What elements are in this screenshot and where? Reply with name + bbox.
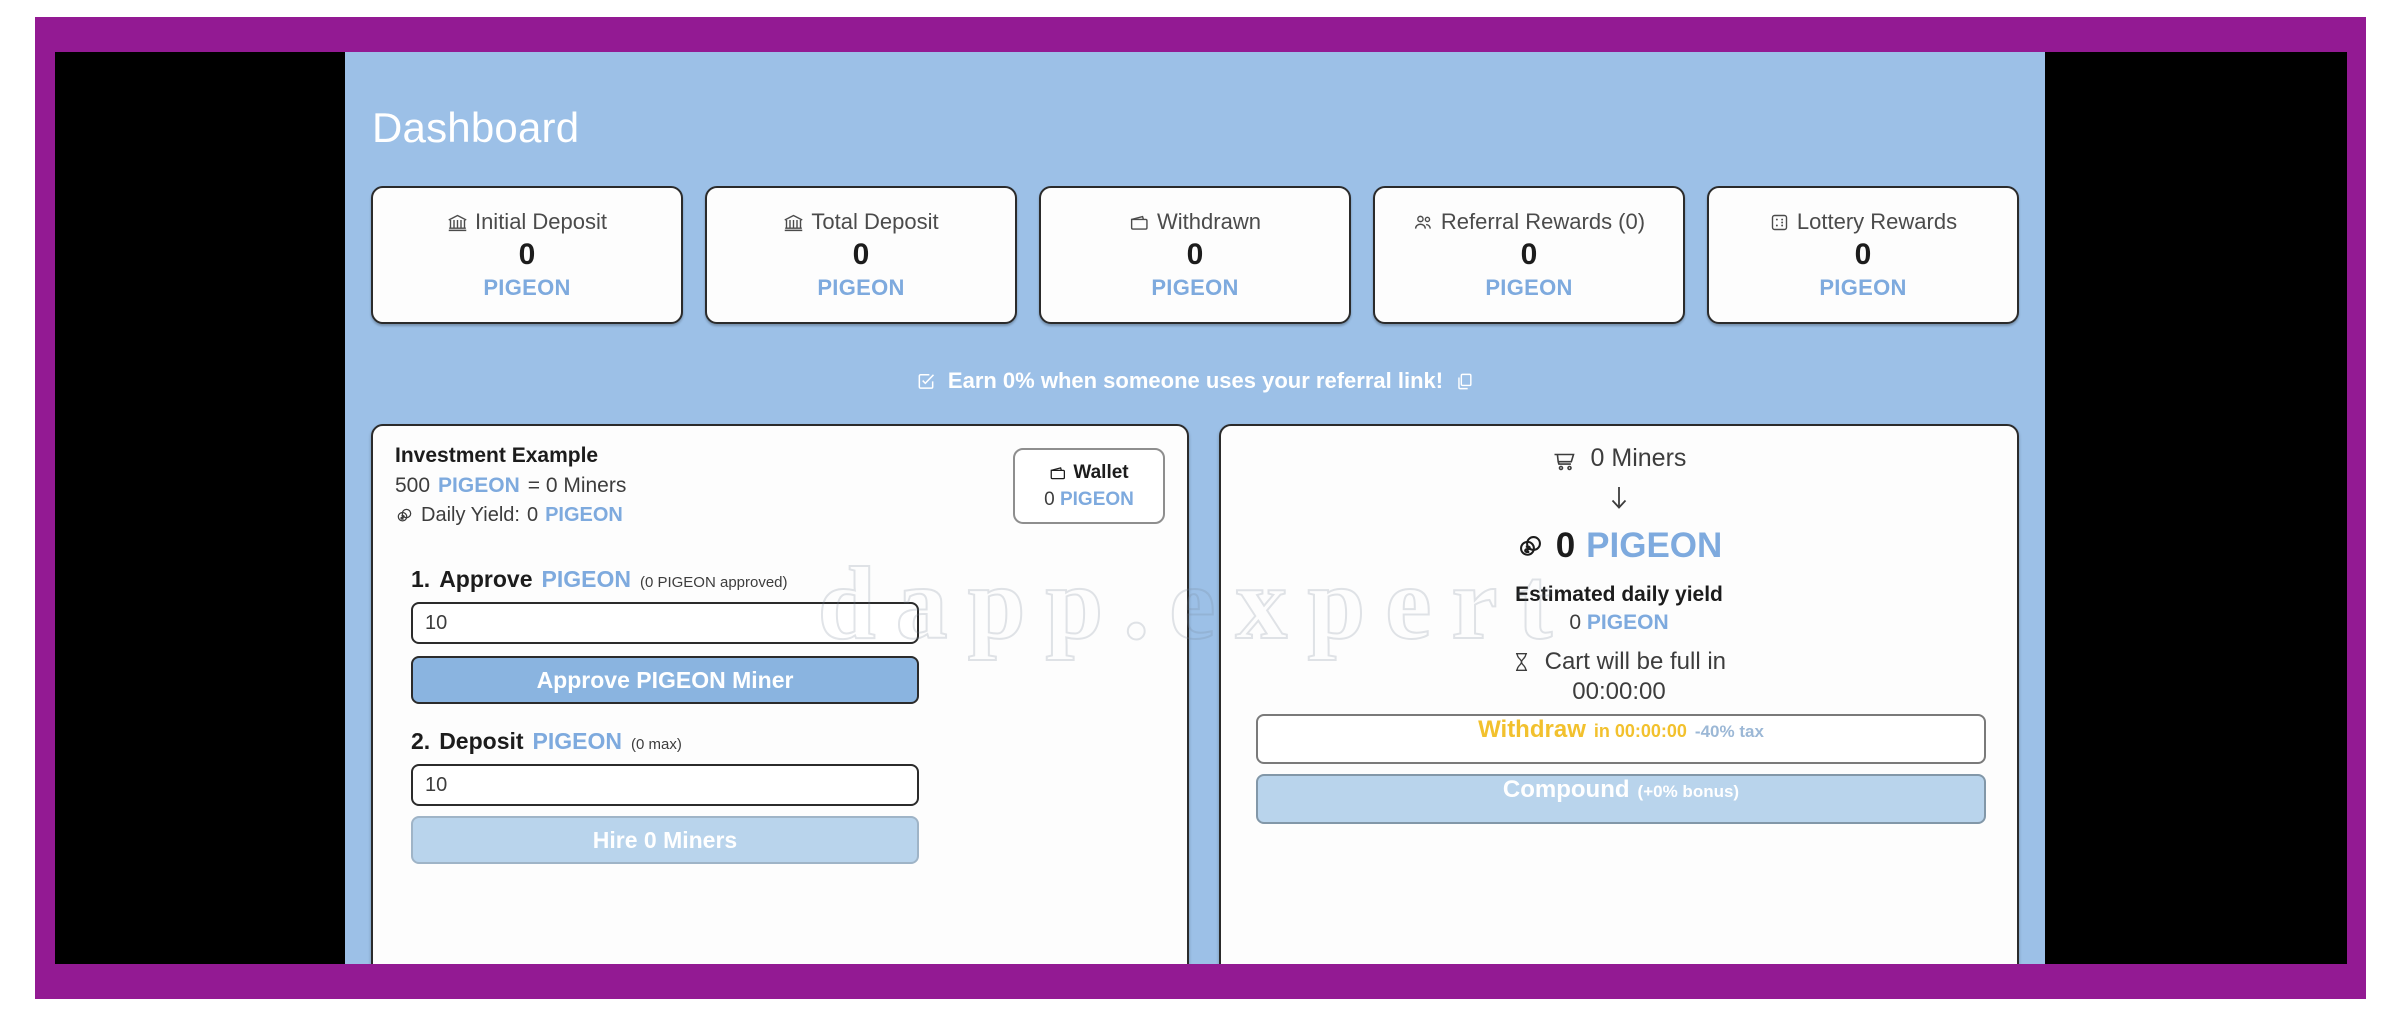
stat-card-value: 0 (1186, 238, 1204, 272)
total-amount-value: 0 (1555, 526, 1576, 565)
stat-card-value: 0 (852, 238, 870, 272)
stat-card-label: Referral Rewards (0) (1440, 209, 1646, 235)
total-amount-token: PIGEON (1586, 526, 1723, 565)
stat-card-header: Withdrawn (1129, 209, 1261, 235)
deposit-step-label: 2. Deposit PIGEON (0 max) (411, 728, 682, 755)
deposit-step-note: (0 max) (631, 736, 682, 753)
stat-card-token: PIGEON (1151, 274, 1239, 300)
stat-card-header: Initial Deposit (447, 209, 607, 235)
page-title: Dashboard (372, 104, 580, 151)
stat-card-token: PIGEON (817, 274, 905, 300)
example-equals: = 0 Miners (527, 474, 627, 497)
compound-button-label: Compound (1502, 776, 1630, 803)
approve-step-number: 1. (411, 566, 431, 592)
approve-step-action: Approve (439, 566, 533, 592)
users-icon (1413, 212, 1434, 233)
bank-icon (447, 212, 468, 233)
stat-card-value: 0 (1854, 238, 1872, 272)
approve-step-token: PIGEON (541, 566, 631, 592)
coins-icon (1516, 532, 1545, 561)
withdraw-button-label: Withdraw (1478, 716, 1586, 743)
stat-card-token: PIGEON (483, 274, 571, 300)
estimated-yield-title: Estimated daily yield (1515, 583, 1723, 606)
screen-root: Dashboard Initial Deposit 0 PIGEON Total… (0, 0, 2400, 1016)
cart-full-label: Cart will be full in (1544, 648, 1727, 675)
stat-card-label: Withdrawn (1157, 209, 1261, 235)
wallet-balance-box[interactable]: Wallet 0 PIGEON (1013, 448, 1165, 524)
miners-count-row: 0 Miners (1221, 444, 2017, 476)
ticket-icon (1769, 212, 1790, 233)
stat-card-token: PIGEON (1485, 274, 1573, 300)
stat-card-header: Referral Rewards (0) (1413, 209, 1645, 235)
approve-button[interactable]: Approve PIGEON Miner (411, 656, 919, 704)
hourglass-icon (1512, 648, 1538, 675)
deposit-step-token: PIGEON (532, 728, 622, 754)
withdraw-button-tax: -40% tax (1694, 722, 1764, 741)
daily-yield-label: Daily Yield: (421, 504, 520, 526)
miners-count-text: 0 Miners (1590, 444, 1687, 472)
withdraw-button-timer: in 00:00:00 (1593, 721, 1687, 741)
estimated-yield-token: PIGEON (1586, 611, 1669, 634)
wallet-icon (1049, 464, 1067, 482)
approve-step-label: 1. Approve PIGEON (0 PIGEON approved) (411, 566, 788, 593)
check-square-icon (916, 371, 936, 391)
stat-card-label: Lottery Rewards (1796, 209, 1958, 235)
estimated-yield-value: 0 (1569, 611, 1582, 634)
stat-card-label: Total Deposit (811, 209, 939, 235)
cart-icon (1552, 447, 1576, 476)
arrow-down-icon (1221, 484, 2017, 512)
deposit-amount-input[interactable] (411, 764, 919, 806)
deposit-step-number: 2. (411, 728, 431, 754)
copy-icon[interactable] (1455, 372, 1474, 391)
cart-full-timer: 00:00:00 (1572, 678, 1666, 705)
stats-row: Initial Deposit 0 PIGEON Total Deposit 0 (371, 186, 2019, 324)
investment-example-title: Investment Example (395, 444, 599, 467)
total-amount-row: 0 PIGEON (1221, 526, 2017, 566)
wallet-value-row: 0 PIGEON (1044, 489, 1134, 511)
wallet-header: Wallet (1049, 461, 1129, 484)
stat-card-header: Lottery Rewards (1769, 209, 1957, 235)
stat-card-initial-deposit[interactable]: Initial Deposit 0 PIGEON (371, 186, 683, 324)
compound-button-bonus: (+0% bonus) (1637, 782, 1740, 801)
estimated-yield-row: 0 PIGEON (1221, 611, 2017, 635)
bank-icon (783, 212, 804, 233)
deposit-step-action: Deposit (439, 728, 524, 754)
daily-yield-value: 0 (526, 504, 539, 526)
cart-full-label-row: Cart will be full in (1221, 648, 2017, 676)
approve-amount-input[interactable] (411, 602, 919, 644)
coins-icon (395, 506, 414, 525)
referral-banner[interactable]: Earn 0% when someone uses your referral … (345, 368, 2045, 394)
daily-yield-token: PIGEON (545, 504, 623, 526)
stat-card-referral-rewards[interactable]: Referral Rewards (0) 0 PIGEON (1373, 186, 1685, 324)
investment-example-conversion: 500 PIGEON = 0 Miners (395, 474, 626, 498)
stat-card-token: PIGEON (1819, 274, 1907, 300)
referral-banner-text: Earn 0% when someone uses your referral … (947, 368, 1444, 393)
miners-panel: 0 Miners 0 PIGEON Estimated daily yield … (1219, 424, 2019, 964)
wallet-token: PIGEON (1059, 488, 1134, 510)
example-amount: 500 (395, 474, 431, 497)
hire-miners-button[interactable]: Hire 0 Miners (411, 816, 919, 864)
compound-button[interactable]: Compound (+0% bonus) (1256, 774, 1986, 824)
withdraw-button[interactable]: Withdraw in 00:00:00 -40% tax (1256, 714, 1986, 764)
investment-panel: Investment Example 500 PIGEON = 0 Miners… (371, 424, 1189, 964)
wallet-label: Wallet (1073, 461, 1129, 483)
approve-step-note: (0 PIGEON approved) (639, 574, 788, 591)
wallet-value: 0 (1044, 488, 1055, 510)
example-token: PIGEON (438, 474, 520, 497)
stat-card-value: 0 (518, 238, 536, 272)
stat-card-value: 0 (1520, 238, 1538, 272)
daily-yield-line: Daily Yield: 0 PIGEON (395, 504, 623, 527)
stat-card-withdrawn[interactable]: Withdrawn 0 PIGEON (1039, 186, 1351, 324)
stat-card-total-deposit[interactable]: Total Deposit 0 PIGEON (705, 186, 1017, 324)
stat-card-header: Total Deposit (783, 209, 939, 235)
stat-card-lottery-rewards[interactable]: Lottery Rewards 0 PIGEON (1707, 186, 2019, 324)
wallet-icon (1129, 212, 1150, 233)
dashboard-panel: Dashboard Initial Deposit 0 PIGEON Total… (345, 52, 2045, 964)
stat-card-label: Initial Deposit (474, 209, 608, 235)
